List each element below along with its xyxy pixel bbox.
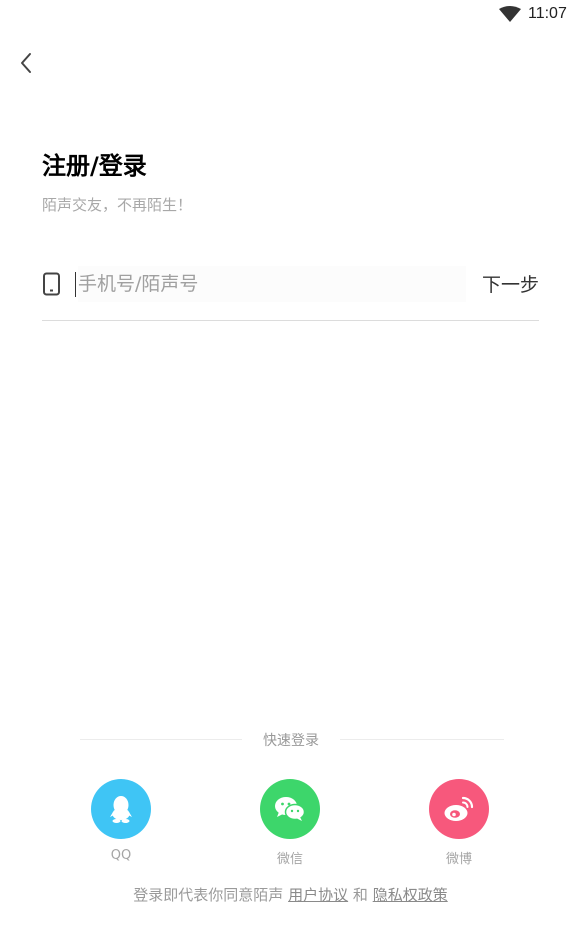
input-underline — [42, 320, 539, 321]
phone-icon — [43, 272, 60, 296]
qq-label: QQ — [110, 848, 132, 863]
weibo-login-button[interactable] — [429, 779, 489, 839]
text-cursor — [75, 272, 76, 297]
weibo-label: 微博 — [445, 852, 472, 867]
weibo-icon — [444, 796, 474, 821]
qq-login-button[interactable] — [91, 779, 151, 839]
page-subtitle: 陌声交友，不再陌生！ — [42, 196, 193, 214]
phone-input[interactable] — [78, 266, 466, 302]
agreement-notice: 登录即代表你同意陌声 用户协议 和 隐私权政策 — [0, 884, 581, 905]
wifi-icon — [499, 6, 521, 22]
wechat-login: 微信 — [260, 779, 320, 867]
divider-left — [80, 739, 242, 740]
agreement-and: 和 — [352, 886, 368, 904]
wechat-login-button[interactable] — [260, 779, 320, 839]
wechat-label: 微信 — [276, 852, 303, 867]
divider-right — [340, 739, 504, 740]
quick-login-title: 快速登录 — [263, 733, 319, 749]
login-screen: 11:07 注册/登录 陌声交友，不再陌生！ 下一步 快速登录 QQ — [0, 0, 581, 930]
next-step-button[interactable]: 下一步 — [482, 270, 539, 297]
back-arrow-icon[interactable] — [14, 50, 40, 76]
page-title: 注册/登录 — [42, 152, 147, 180]
qq-icon — [110, 796, 132, 823]
qq-login: QQ — [91, 779, 151, 863]
wechat-icon — [275, 797, 306, 821]
privacy-policy-link[interactable]: 隐私权政策 — [373, 886, 448, 904]
phone-input-row: 下一步 — [42, 262, 539, 320]
status-bar: 11:07 — [0, 0, 581, 32]
weibo-login: 微博 — [429, 779, 489, 867]
user-agreement-link[interactable]: 用户协议 — [288, 886, 348, 904]
agreement-prefix: 登录即代表你同意陌声 — [133, 886, 284, 904]
status-time: 11:07 — [528, 5, 567, 22]
